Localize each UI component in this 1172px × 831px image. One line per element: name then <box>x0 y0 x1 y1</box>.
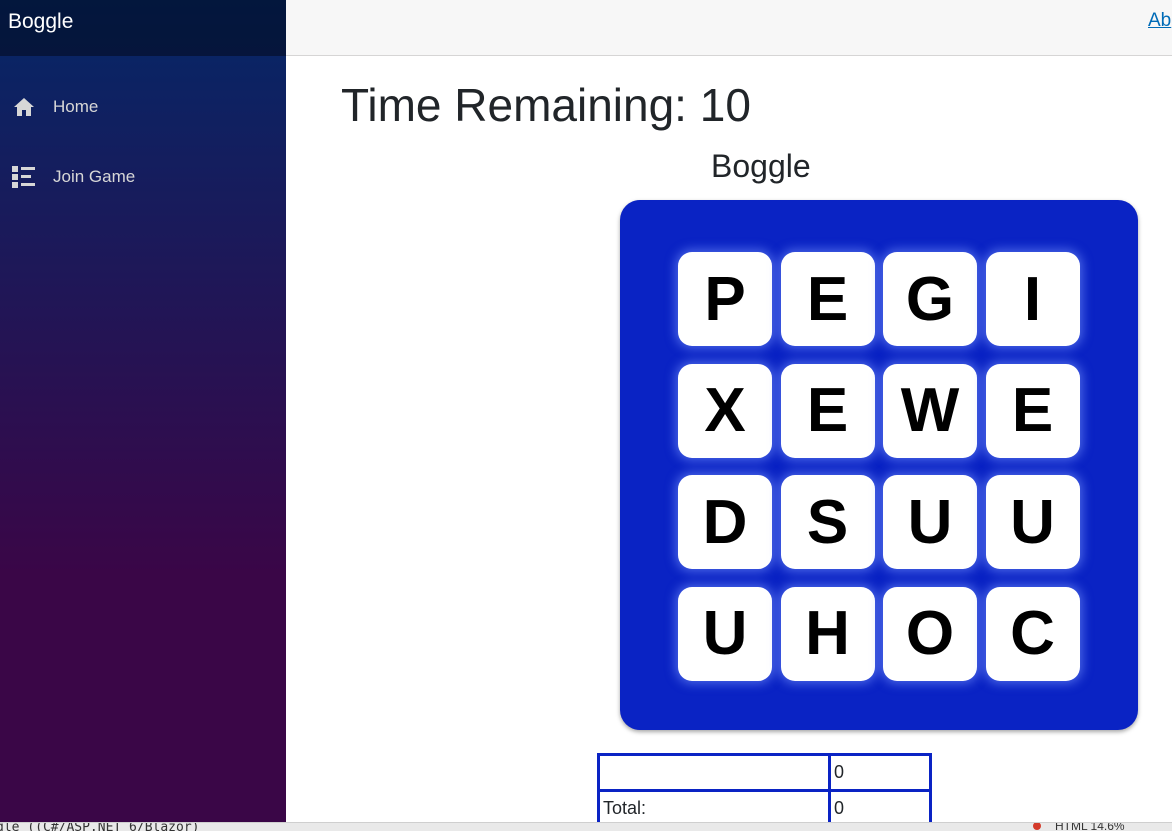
letter-tile[interactable]: C <box>985 586 1080 681</box>
list-icon <box>12 165 36 189</box>
letter-tile[interactable]: H <box>780 586 875 681</box>
letter-tile[interactable]: W <box>883 363 977 458</box>
sidebar-item-home[interactable]: Home <box>0 72 286 142</box>
letter-tile[interactable]: D <box>678 475 772 569</box>
letter-tile[interactable]: U <box>678 586 772 681</box>
sidebar-item-label: Join Game <box>53 167 136 186</box>
score-table: 0 Total: 0 <box>597 753 932 828</box>
letter-tile[interactable]: G <box>883 252 977 346</box>
letter-tile[interactable]: I <box>985 252 1080 346</box>
time-remaining: Time Remaining: 10 <box>341 79 751 131</box>
letter-tile[interactable]: S <box>780 475 875 569</box>
nav-menu: Home Join Game <box>0 56 286 212</box>
sidebar: Boggle Home Join Game <box>0 0 286 822</box>
sidebar-item-join-game[interactable]: Join Game <box>0 142 286 212</box>
letter-tile[interactable]: E <box>780 363 875 458</box>
letter-tile[interactable]: U <box>883 475 977 569</box>
about-link[interactable]: Ab <box>1148 10 1172 32</box>
letter-tile[interactable]: X <box>678 363 772 458</box>
letter-tile[interactable]: E <box>985 363 1080 458</box>
table-row: 0 <box>597 753 932 792</box>
status-dot-icon <box>1033 823 1041 830</box>
boggle-board: P E G I X E W E D S U U U H O C <box>620 200 1138 730</box>
top-row: Ab <box>286 0 1172 56</box>
sidebar-item-label: Home <box>53 97 99 116</box>
brand-title[interactable]: Boggle <box>0 0 73 34</box>
game-title: Boggle <box>711 148 811 184</box>
letter-tile[interactable]: U <box>985 475 1080 569</box>
letter-grid: P E G I X E W E D S U U U H O C <box>678 252 1080 681</box>
letter-tile[interactable]: E <box>780 252 875 346</box>
home-icon <box>12 95 36 119</box>
brand-bar: Boggle <box>0 0 286 56</box>
letter-tile[interactable]: P <box>678 252 772 346</box>
letter-tile[interactable]: O <box>883 586 977 681</box>
word-cell <box>597 753 831 792</box>
score-cell: 0 <box>828 753 932 792</box>
